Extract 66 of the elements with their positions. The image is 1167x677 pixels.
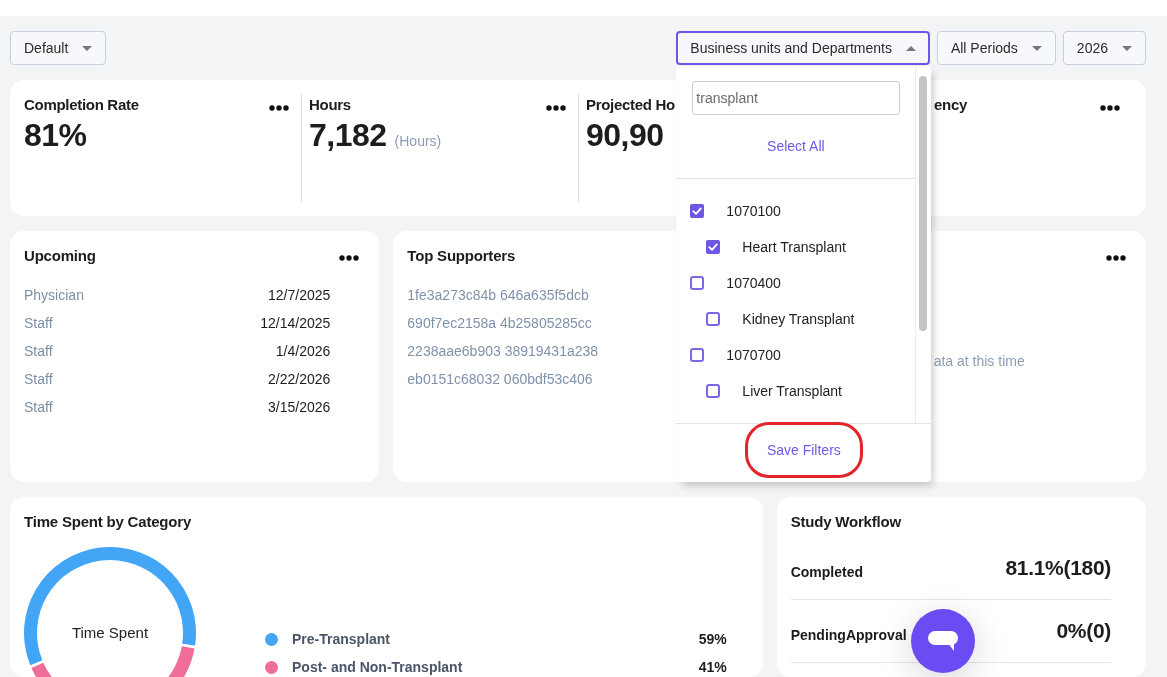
role-label: Staff [24,399,53,415]
metric-title: Completion Rate [24,95,139,115]
metric-value: 90,90 [586,116,664,154]
legend-value: 41% [698,659,727,675]
tree-item-label[interactable]: 1070100 [726,203,781,219]
filter-dropdown[interactable]: 2026 [1062,31,1146,65]
checkbox[interactable] [690,204,705,218]
caret-down-icon [1031,45,1042,51]
empty-message: ata at this time [933,353,1025,369]
caret-down-icon [82,45,93,51]
role-label: Staff [24,371,53,387]
metric-title: Projected Ho [586,95,675,115]
more-icon[interactable] [269,105,289,111]
select-all-link[interactable]: Select All [767,136,825,156]
card-title: Time Spent by Category [24,512,192,532]
status-label: Completed [790,563,863,580]
caret-up-icon [905,45,916,51]
metric-value: 81% [24,116,87,154]
date-text: 1/4/2026 [275,343,331,359]
supporter-name: 1fe3a273c84b 646a635f5dcb [407,286,589,305]
metric-title: Hours [309,95,351,115]
status-label: PendingApproval [790,626,907,643]
tree-item-label[interactable]: Heart Transplant [742,239,846,255]
tree-item-label[interactable]: 1070700 [726,347,781,363]
filter-dropdown[interactable]: All Periods [936,31,1056,65]
checkbox[interactable] [690,276,705,290]
date-text: 12/14/2025 [260,315,331,331]
tree-item-label[interactable]: 1070400 [726,275,781,291]
supporter-name: 690f7ec2158a 4b25805285cc [407,314,592,333]
status-value: 0%(0) [1056,619,1111,643]
checkbox[interactable] [706,384,721,398]
tree-item-label[interactable]: Liver Transplant [742,383,842,399]
more-icon[interactable] [546,105,566,111]
more-icon[interactable] [1106,255,1126,261]
scrollbar-thumb[interactable] [919,76,928,331]
search-field[interactable]: transplant [692,81,901,115]
checkbox[interactable] [690,348,705,362]
role-label: Staff [24,315,53,331]
supporter-name: eb0151c68032 060bdf53c406 [407,370,593,389]
metric-unit: (Hours) [394,133,442,149]
checkbox[interactable] [706,312,721,326]
legend-value: 59% [698,631,727,647]
more-icon[interactable] [1100,105,1120,111]
legend-label: Pre-Transplant [292,631,391,647]
date-text: 2/22/2026 [268,371,331,387]
role-label: Physician [24,287,84,303]
date-text: 12/7/2025 [268,287,331,303]
date-text: 3/15/2026 [268,399,331,415]
caret-down-icon [1122,45,1132,51]
status-value: 81.1%(180) [1005,556,1111,580]
role-label: Staff [24,343,53,359]
supporter-name: 2238aae6b903 38919431a238 [407,342,599,361]
checkbox[interactable] [706,240,721,254]
card-title: Top Supporters [407,246,516,266]
filter-dropdown[interactable]: Business units and Departments [676,31,930,65]
chart-title: Time Spent [71,624,149,641]
chat-bubble-icon [928,631,958,651]
save-filters-button[interactable]: Save Filters [744,422,863,478]
card-title: Upcoming [24,246,96,266]
legend-label: Post- and Non-Transplant [292,659,463,675]
more-icon[interactable] [339,255,360,261]
metric-title: ency [934,95,967,115]
metric-value: 7,182 [309,116,387,154]
view-dropdown[interactable]: Default [10,31,107,65]
card-title: Study Workflow [790,512,901,532]
tree-item-label[interactable]: Kidney Transplant [742,311,855,327]
